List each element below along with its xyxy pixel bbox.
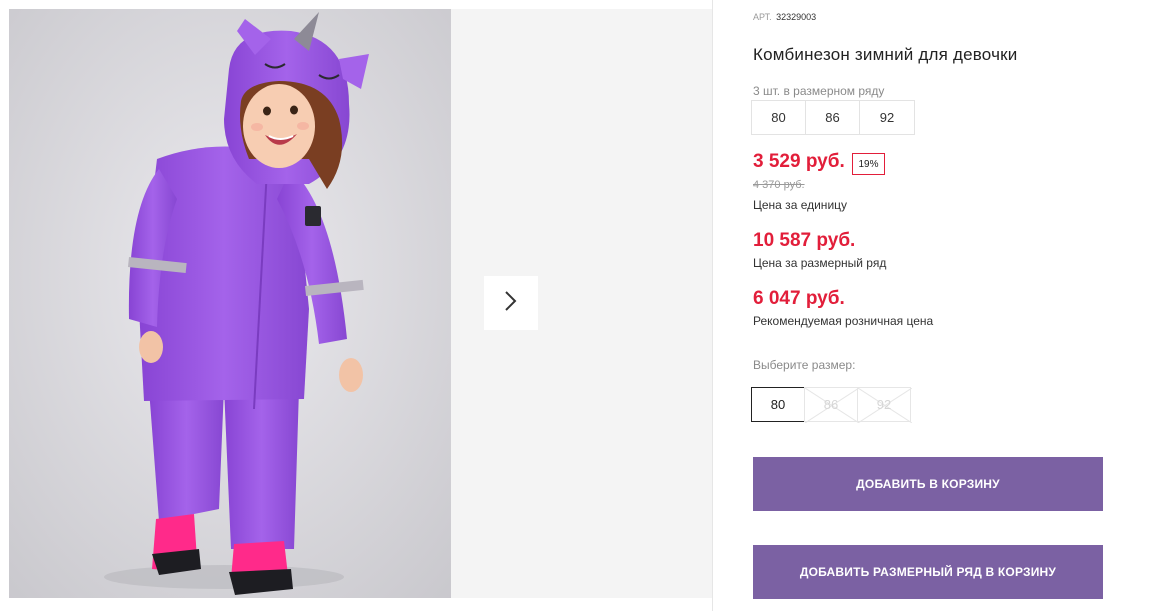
article-label: АРТ.: [753, 12, 772, 22]
product-photo[interactable]: [9, 9, 451, 598]
size-option-92: 92: [857, 387, 912, 423]
size-row-caption: 3 шт. в размерном ряду: [753, 84, 885, 98]
choose-size-label: Выберите размер:: [753, 358, 856, 372]
product-info: АРТ. 32329003 Комбинезон зимний для дево…: [751, 0, 1113, 611]
size-row-price-caption: Цена за размерный ряд: [753, 256, 887, 270]
chevron-right-icon: [503, 289, 519, 318]
unit-price: 3 529 руб.: [753, 151, 845, 172]
size-row-cell: 92: [879, 110, 895, 125]
retail-price: 6 047 руб.: [753, 288, 845, 309]
column-divider: [712, 0, 713, 611]
size-row-price: 10 587 руб.: [753, 230, 856, 251]
product-gallery: [9, 9, 712, 598]
add-to-cart-button[interactable]: ДОБАВИТЬ В КОРЗИНУ: [753, 457, 1103, 511]
size-option-86: 86: [804, 387, 859, 423]
size-row-table: 80 86 92: [751, 100, 915, 135]
add-size-row-to-cart-button[interactable]: ДОБАВИТЬ РАЗМЕРНЫЙ РЯД В КОРЗИНУ: [753, 545, 1103, 599]
product-title: Комбинезон зимний для девочки: [753, 45, 1018, 64]
discount-badge: 19%: [852, 153, 885, 175]
size-picker: 80 86 92: [751, 387, 912, 423]
product-photo-illustration: [9, 9, 451, 598]
size-option-80[interactable]: 80: [751, 387, 805, 422]
unit-price-caption: Цена за единицу: [753, 198, 848, 212]
old-price: 4 370 руб.: [753, 179, 805, 191]
size-option-label: 80: [770, 397, 786, 412]
size-row-cell: 80: [752, 101, 806, 134]
retail-price-caption: Рекомендуемая розничная цена: [753, 314, 934, 328]
article-value: 32329003: [776, 12, 817, 22]
size-row-cell: 86: [806, 101, 860, 134]
size-option-label: 86: [823, 397, 839, 412]
next-slide-button[interactable]: [484, 276, 538, 330]
article-number: АРТ. 32329003: [753, 12, 816, 22]
size-option-label: 92: [876, 397, 892, 412]
